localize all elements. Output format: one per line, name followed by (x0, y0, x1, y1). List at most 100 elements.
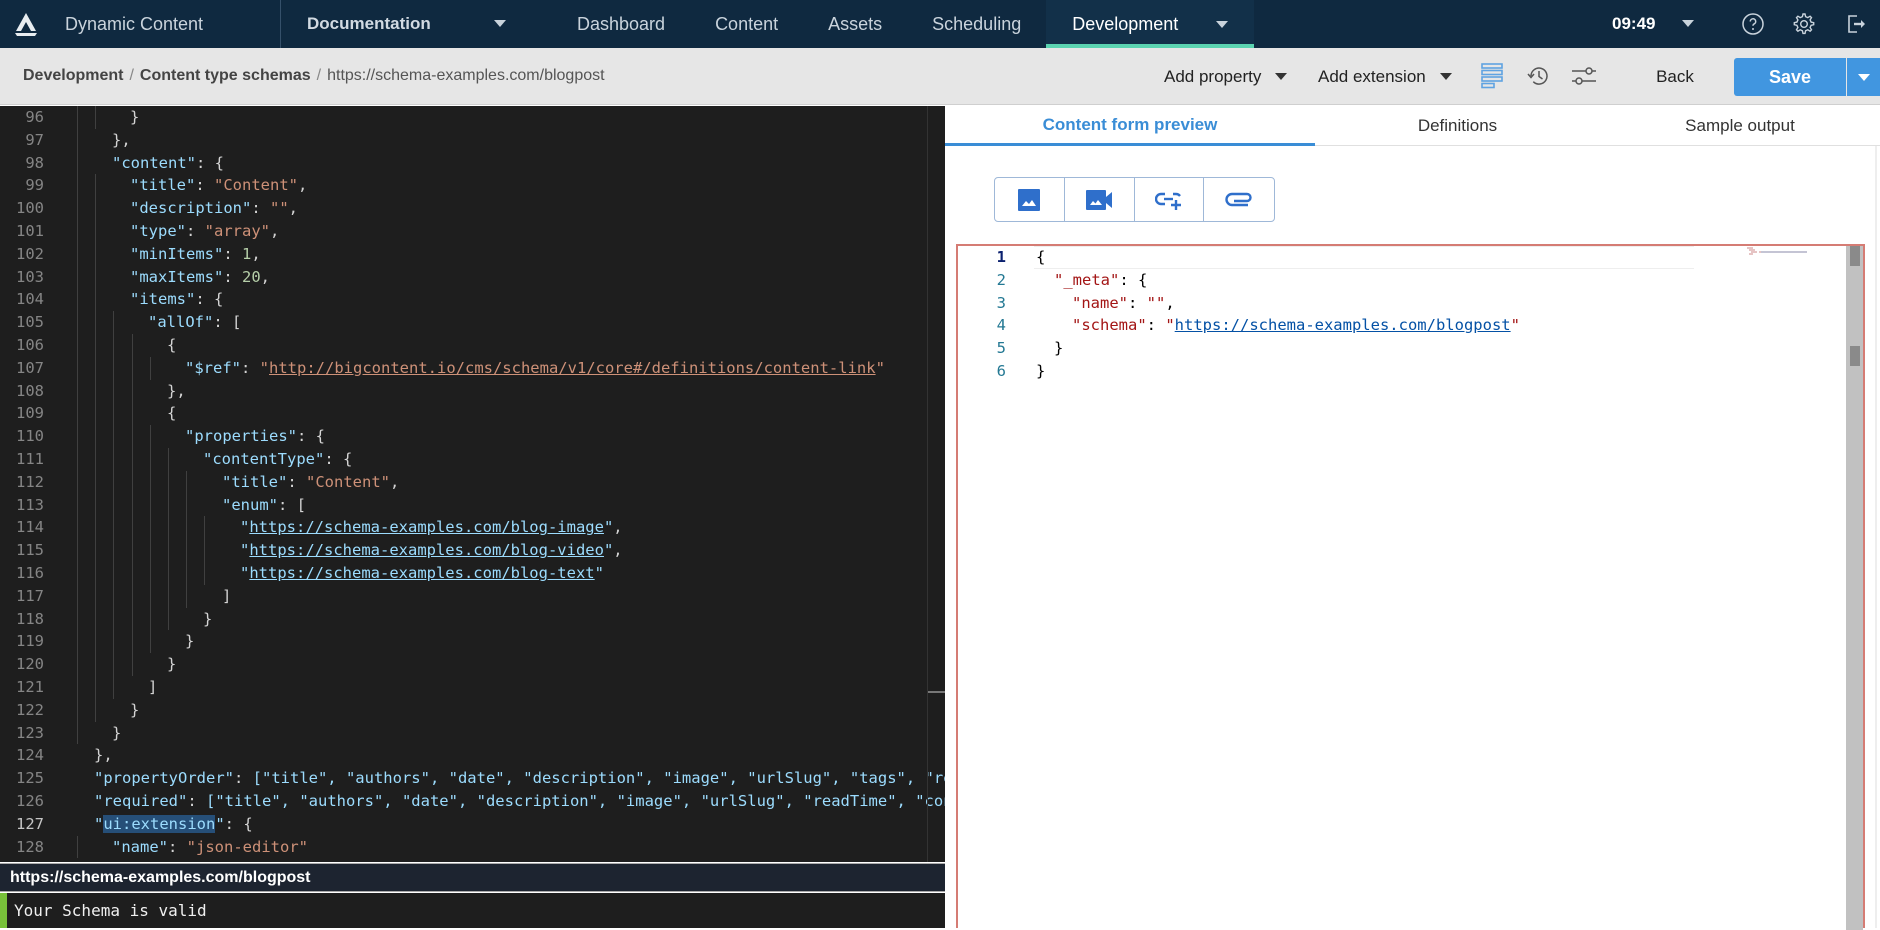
breadcrumb-separator: / (129, 67, 134, 84)
insert-image-button[interactable] (995, 178, 1065, 221)
nav-item-development[interactable]: Development (1046, 0, 1255, 48)
breadcrumb-separator: / (316, 67, 322, 84)
save-options-dropdown[interactable] (1847, 58, 1880, 96)
settings-sliders-icon[interactable] (1570, 62, 1598, 90)
line-number: 112 (16, 472, 44, 491)
code-line: } (185, 632, 195, 651)
tab-definitions[interactable]: Definitions (1315, 106, 1600, 146)
pane-scrollbar[interactable] (1875, 146, 1877, 928)
chevron-down-icon (1216, 20, 1229, 28)
line-number: 117 (16, 586, 44, 605)
insert-content-reference-button[interactable] (1204, 178, 1274, 221)
code-line: "description": "", (130, 199, 299, 218)
enum-link[interactable]: https://schema-examples.com/blog-text (249, 564, 594, 582)
line-number: 114 (16, 518, 44, 537)
code-line: }, (112, 130, 131, 149)
help-icon[interactable] (1740, 11, 1766, 37)
line-number: 98 (25, 153, 44, 172)
nav-item-scheduling[interactable]: Scheduling (907, 0, 1046, 48)
top-nav-bar: Dynamic Content Documentation Dashboard … (0, 0, 1880, 48)
line-number: 126 (16, 792, 44, 810)
line-number: 107 (16, 358, 44, 377)
line-number: 97 (25, 130, 44, 149)
code-line: ] (148, 678, 158, 696)
main-nav: Dashboard Content Assets Scheduling Deve… (556, 0, 1255, 48)
settings-icon[interactable] (1791, 11, 1817, 37)
line-number-current: 1 (996, 248, 1006, 266)
json-minimap[interactable] (1745, 246, 1815, 266)
breadcrumb-content-type-schemas[interactable]: Content type schemas (140, 67, 311, 85)
breadcrumb-development[interactable]: Development (23, 67, 123, 85)
line-number: 111 (16, 450, 44, 468)
code-line: } (112, 723, 122, 742)
validation-message: Your Schema is valid (0, 893, 945, 928)
json-line: "schema": "https://schema-examples.com/b… (1072, 316, 1520, 335)
back-button[interactable]: Back (1640, 48, 1710, 105)
line-number: 128 (16, 837, 44, 856)
scroll-thumb[interactable] (1850, 246, 1860, 266)
toolbar: Development / Content type schemas / htt… (0, 48, 1880, 105)
line-number: 6 (996, 362, 1006, 380)
line-number: 125 (16, 769, 44, 788)
line-number: 2 (996, 270, 1006, 289)
nav-item-assets[interactable]: Assets (803, 0, 907, 48)
chevron-down-icon (1439, 73, 1452, 80)
nav-item-dashboard[interactable]: Dashboard (556, 0, 690, 48)
nav-item-content[interactable]: Content (690, 0, 803, 48)
user-menu-chevron-icon[interactable] (1682, 20, 1694, 27)
editor-scrollbar-track[interactable] (927, 106, 928, 862)
line-number: 123 (16, 723, 44, 742)
code-line: "https://schema-examples.com/blog-text" (240, 564, 604, 582)
add-property-dropdown[interactable]: Add property (1164, 48, 1288, 105)
ref-link[interactable]: http://bigcontent.io/cms/schema/v1/core#… (269, 359, 876, 377)
clock-time: 09:49 (1612, 14, 1656, 33)
line-number: 110 (16, 427, 44, 446)
line-number: 105 (16, 313, 44, 332)
line-number: 120 (16, 655, 44, 674)
line-number-current: 127 (16, 814, 44, 833)
schema-code-editor[interactable]: 96} 97}, 98 "content": { 99 "title": "Cont… (0, 106, 945, 862)
chevron-down-icon (1275, 73, 1288, 80)
schema-link[interactable]: https://schema-examples.com/blogpost (1175, 316, 1511, 334)
line-number: 3 (996, 293, 1006, 312)
code-line: "propertyOrder": ["title", "authors", "d… (94, 769, 945, 788)
json-line: { (1036, 248, 1046, 266)
amplience-logo-icon[interactable] (4, 0, 48, 48)
line-number: 104 (16, 290, 44, 309)
chevron-down-icon (1857, 73, 1870, 81)
line-number: 108 (16, 381, 44, 400)
line-number: 113 (16, 495, 44, 514)
preview-tabs: Content form preview Definitions Sample … (945, 106, 1880, 146)
code-view-icon[interactable] (1478, 62, 1506, 90)
scroll-marker (1850, 346, 1860, 366)
line-number: 106 (16, 336, 44, 354)
add-extension-dropdown[interactable]: Add extension (1318, 48, 1452, 105)
logout-icon[interactable] (1843, 11, 1869, 37)
enum-link[interactable]: https://schema-examples.com/blog-image (249, 518, 604, 536)
json-editor-scrollbar[interactable] (1846, 246, 1863, 930)
history-icon[interactable] (1524, 62, 1552, 90)
save-button[interactable]: Save (1734, 58, 1846, 96)
line-number: 124 (16, 746, 44, 765)
code-line: "allOf": [ (148, 313, 242, 332)
tab-sample-output[interactable]: Sample output (1600, 106, 1880, 146)
sample-json-editor[interactable]: 1 { 2 "_meta": { 3 "name": "", 4 "schema": "… (956, 244, 1865, 930)
code-line: } (130, 700, 140, 719)
enum-link[interactable]: https://schema-examples.com/blog-video (249, 541, 604, 559)
line-number: 102 (16, 244, 44, 263)
insert-content-link-button[interactable] (1135, 178, 1205, 221)
code-line: "contentType": { (203, 450, 353, 468)
line-number: 5 (996, 339, 1006, 358)
json-line: } (1054, 339, 1064, 358)
insert-video-button[interactable] (1065, 178, 1135, 221)
line-number: 103 (16, 267, 44, 286)
current-line-highlight (1034, 246, 1694, 269)
code-line: } (130, 108, 140, 126)
code-line-current: "ui:extension": { (94, 814, 253, 833)
code-line: "maxItems": 20, (130, 267, 271, 286)
hub-selector[interactable]: Documentation (280, 0, 556, 48)
code-line: "enum": [ (222, 495, 306, 514)
tab-content-form-preview[interactable]: Content form preview (945, 106, 1315, 146)
hub-name: Documentation (307, 14, 431, 33)
image-icon (1018, 188, 1041, 211)
